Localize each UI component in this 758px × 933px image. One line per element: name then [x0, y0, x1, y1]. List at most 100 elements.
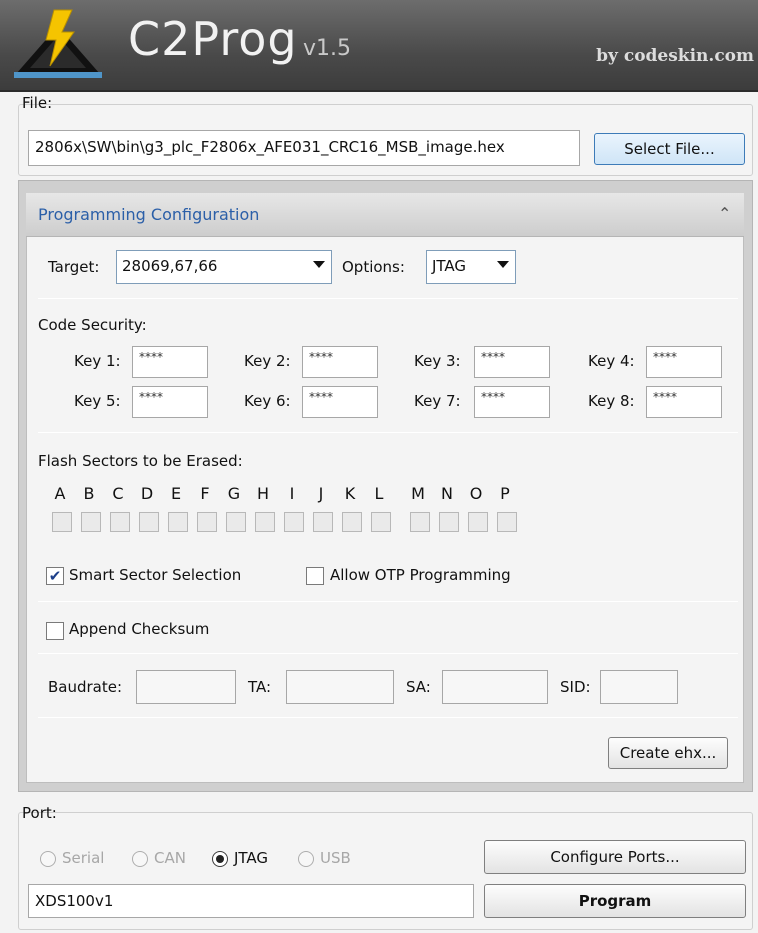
- sector-checkbox-n: [439, 512, 459, 532]
- sector-label: N: [441, 484, 453, 503]
- sector-label: B: [83, 484, 95, 503]
- sector-label: A: [54, 484, 66, 503]
- options-value: JTAG: [432, 257, 467, 275]
- serial-radio: [40, 851, 56, 867]
- divider: [38, 717, 738, 718]
- checkmark-icon: ✔: [48, 567, 62, 585]
- sector-checkbox-i: [284, 512, 304, 532]
- sector-label: K: [344, 484, 356, 503]
- sector-checkbox-g: [226, 512, 246, 532]
- allow-otp-checkbox[interactable]: [306, 567, 324, 585]
- double-chevron-up-icon[interactable]: ⌃: [718, 204, 731, 223]
- sector-checkbox-c: [110, 512, 130, 532]
- sector-checkbox-b: [81, 512, 101, 532]
- sector-label: M: [411, 484, 425, 503]
- sa-field[interactable]: [442, 670, 548, 704]
- chevron-down-icon: [313, 261, 325, 268]
- sector-checkbox-a: [52, 512, 72, 532]
- target-label: Target:: [48, 258, 100, 276]
- sector-label: D: [140, 484, 154, 503]
- sector-label: P: [500, 484, 510, 503]
- target-value: 28069,67,66: [122, 257, 218, 275]
- sector-label: J: [318, 484, 324, 503]
- lightning-pyramid-logo-icon: [14, 9, 102, 78]
- app-version: v1.5: [303, 36, 352, 61]
- sector-label: G: [227, 484, 241, 503]
- sid-field[interactable]: [600, 670, 678, 704]
- sector-label: E: [170, 484, 182, 503]
- baudrate-label: Baudrate:: [48, 678, 123, 696]
- divider: [38, 601, 738, 602]
- port-field[interactable]: XDS100v1: [28, 884, 474, 918]
- sector-checkbox-f: [197, 512, 217, 532]
- key-7-field[interactable]: ****: [474, 386, 550, 418]
- append-checksum-checkbox[interactable]: [46, 622, 64, 640]
- key-label: Key 2:: [244, 352, 291, 370]
- can-radio-label: CAN: [154, 849, 186, 867]
- key-label: Key 4:: [588, 352, 635, 370]
- select-file-button[interactable]: Select File...: [594, 133, 745, 165]
- smart-sector-checkbox[interactable]: ✔: [46, 567, 64, 585]
- sector-checkbox-p: [497, 512, 517, 532]
- program-button[interactable]: Program: [484, 884, 746, 918]
- key-8-field[interactable]: ****: [646, 386, 722, 418]
- config-title: Programming Configuration: [38, 205, 260, 224]
- key-2-field[interactable]: ****: [302, 346, 378, 378]
- key-1-field[interactable]: ****: [132, 346, 208, 378]
- key-label: Key 5:: [74, 392, 121, 410]
- file-path-field[interactable]: 2806x\SW\bin\g3_plc_F2806x_AFE031_CRC16_…: [28, 130, 580, 166]
- sector-checkbox-d: [139, 512, 159, 532]
- sector-checkbox-j: [313, 512, 333, 532]
- target-select[interactable]: 28069,67,66: [116, 250, 332, 284]
- key-label: Key 3:: [414, 352, 461, 370]
- sector-label: L: [374, 484, 384, 503]
- can-radio: [132, 851, 148, 867]
- configure-ports-button[interactable]: Configure Ports...: [484, 840, 746, 874]
- allow-otp-label: Allow OTP Programming: [330, 566, 511, 584]
- sector-label: I: [289, 484, 295, 503]
- divider: [38, 653, 738, 654]
- chevron-down-icon: [497, 261, 509, 268]
- baudrate-field[interactable]: [136, 670, 236, 704]
- sa-label: SA:: [406, 678, 431, 696]
- jtag-radio-label: JTAG: [234, 849, 269, 867]
- file-legend: File:: [22, 94, 53, 112]
- sector-checkbox-m: [410, 512, 430, 532]
- sector-label: H: [256, 484, 270, 503]
- key-label: Key 1:: [74, 352, 121, 370]
- sector-label: F: [200, 484, 210, 503]
- code-security-label: Code Security:: [38, 316, 147, 334]
- sector-label: O: [469, 484, 483, 503]
- key-label: Key 8:: [588, 392, 635, 410]
- ta-label: TA:: [248, 678, 272, 696]
- usb-radio: [298, 851, 314, 867]
- key-3-field[interactable]: ****: [474, 346, 550, 378]
- key-4-field[interactable]: ****: [646, 346, 722, 378]
- port-legend: Port:: [22, 804, 57, 822]
- smart-sector-label: Smart Sector Selection: [69, 566, 242, 584]
- app-name: C2Prog: [128, 12, 298, 66]
- divider: [38, 432, 738, 433]
- key-6-field[interactable]: ****: [302, 386, 378, 418]
- sector-checkbox-h: [255, 512, 275, 532]
- append-checksum-label: Append Checksum: [69, 620, 210, 638]
- vendor-label: by codeskin.com: [596, 46, 754, 66]
- key-5-field[interactable]: ****: [132, 386, 208, 418]
- sector-checkbox-o: [468, 512, 488, 532]
- sector-checkbox-e: [168, 512, 188, 532]
- sector-checkbox-l: [371, 512, 391, 532]
- key-label: Key 7:: [414, 392, 461, 410]
- ta-field[interactable]: [286, 670, 394, 704]
- jtag-radio[interactable]: [212, 851, 228, 867]
- flash-sectors-label: Flash Sectors to be Erased:: [38, 452, 243, 470]
- sector-checkbox-k: [342, 512, 362, 532]
- serial-radio-label: Serial: [62, 849, 105, 867]
- options-select[interactable]: JTAG: [426, 250, 516, 284]
- sector-label: C: [112, 484, 124, 503]
- sid-label: SID:: [560, 678, 591, 696]
- create-ehx-button[interactable]: Create ehx...: [608, 737, 728, 769]
- key-label: Key 6:: [244, 392, 291, 410]
- options-label: Options:: [342, 258, 405, 276]
- divider: [38, 298, 738, 299]
- app-header: C2Prog v1.5 by codeskin.com: [0, 0, 758, 92]
